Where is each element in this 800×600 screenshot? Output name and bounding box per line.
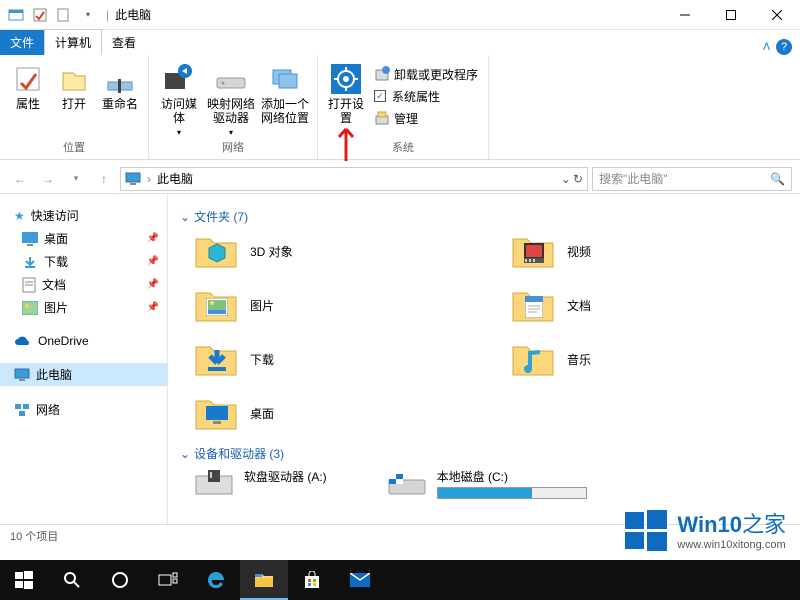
edge-button[interactable] [192, 560, 240, 600]
chevron-down-icon: ⌄ [180, 210, 190, 224]
back-button[interactable]: ← [8, 167, 32, 191]
window-title: 此电脑 [115, 6, 151, 23]
chevron-down-icon: ⌄ [180, 447, 190, 461]
address-bar[interactable]: › 此电脑 ⌄↻ [120, 167, 588, 191]
folder-downloads[interactable]: 下载 [194, 339, 471, 379]
floppy-icon [194, 468, 234, 502]
uninstall-button[interactable]: 卸载或更改程序 [370, 63, 482, 85]
group-label-system: 系统 [392, 139, 414, 157]
section-folders[interactable]: ⌄文件夹 (7) [180, 208, 788, 225]
nav-quick-access[interactable]: ★快速访问 [0, 204, 167, 227]
section-drives[interactable]: ⌄设备和驱动器 (3) [180, 445, 788, 462]
nav-downloads[interactable]: 下载📌 [0, 250, 167, 273]
minimize-button[interactable] [662, 0, 708, 30]
cortana-button[interactable] [96, 560, 144, 600]
nav-this-pc[interactable]: 此电脑 [0, 363, 167, 386]
address-dropdown-icon[interactable]: ⌄ [561, 172, 571, 186]
manage-button[interactable]: 管理 [370, 107, 482, 129]
folder-music[interactable]: 音乐 [511, 339, 788, 379]
qat-new-folder-icon[interactable] [53, 4, 75, 26]
system-menu-icon[interactable] [5, 4, 27, 26]
nav-onedrive[interactable]: OneDrive [0, 331, 167, 351]
drive-local-c[interactable]: 本地磁盘 (C:) [387, 468, 587, 502]
address-text: 此电脑 [157, 170, 193, 187]
tab-computer[interactable]: 计算机 [44, 29, 102, 55]
ribbon-group-system: 打开设置 卸载或更改程序 ✓系统属性 管理 系统 [318, 55, 489, 159]
disk-icon [387, 468, 427, 502]
forward-button[interactable]: → [36, 167, 60, 191]
folder-videos[interactable]: 视频 [511, 231, 788, 271]
close-button[interactable] [754, 0, 800, 30]
add-network-location-button[interactable]: 添加一个网络位置 [259, 61, 311, 128]
up-button[interactable]: ↑ [92, 167, 116, 191]
windows-logo-icon [623, 506, 669, 552]
search-icon: 🔍 [770, 172, 785, 186]
folder-desktop[interactable]: 桌面 [194, 393, 471, 433]
search-button[interactable] [48, 560, 96, 600]
open-settings-button[interactable]: 打开设置 [324, 61, 368, 128]
start-button[interactable] [0, 560, 48, 600]
pin-icon: 📌 [147, 256, 159, 267]
nav-desktop[interactable]: 桌面📌 [0, 227, 167, 250]
documents-icon [22, 277, 36, 293]
ribbon-group-network: 访问媒体▾ 映射网络驱动器▾ 添加一个网络位置 网络 [149, 55, 318, 159]
title-bar: ▾ | 此电脑 [0, 0, 800, 30]
pictures-icon [22, 301, 38, 315]
address-sep: › [147, 172, 151, 186]
system-properties-button[interactable]: ✓系统属性 [370, 85, 482, 107]
folder-pictures[interactable]: 图片 [194, 285, 471, 325]
qat-properties-icon[interactable] [29, 4, 51, 26]
folder-documents[interactable]: 文档 [511, 285, 788, 325]
downloads-icon [22, 255, 38, 269]
explorer-button[interactable] [240, 560, 288, 600]
map-drive-button[interactable]: 映射网络驱动器▾ [205, 61, 257, 139]
ribbon-group-location: 属性 打开 重命名 位置 [0, 55, 149, 159]
network-icon [14, 403, 30, 417]
refresh-icon[interactable]: ↻ [573, 172, 583, 186]
maximize-button[interactable] [708, 0, 754, 30]
tab-view[interactable]: 查看 [102, 30, 146, 55]
help-icon[interactable]: ? [776, 39, 792, 55]
item-count: 10 个项目 [10, 528, 58, 544]
group-label-location: 位置 [63, 139, 85, 157]
open-button[interactable]: 打开 [52, 61, 96, 113]
search-box[interactable]: 搜索"此电脑" 🔍 [592, 167, 792, 191]
group-label-network: 网络 [222, 139, 244, 157]
nav-pictures[interactable]: 图片📌 [0, 296, 167, 319]
pin-icon: 📌 [147, 302, 159, 313]
drive-floppy[interactable]: 软盘驱动器 (A:) [194, 468, 327, 502]
ribbon-collapse-icon[interactable]: ᐱ [763, 42, 770, 53]
nav-documents[interactable]: 文档📌 [0, 273, 167, 296]
navigation-pane: ★快速访问 桌面📌 下载📌 文档📌 图片📌 OneDrive 此电脑 网络 [0, 194, 168, 524]
onedrive-icon [14, 335, 32, 347]
mail-button[interactable] [336, 560, 384, 600]
thispc-icon [14, 368, 30, 382]
thispc-icon [125, 171, 141, 187]
properties-button[interactable]: 属性 [6, 61, 50, 113]
navigation-bar: ← → ▾ ↑ › 此电脑 ⌄↻ 搜索"此电脑" 🔍 [0, 164, 800, 194]
ribbon: 属性 打开 重命名 位置 访问媒体▾ 映射网络驱动器▾ 添加一个网络位置 网络 … [0, 55, 800, 160]
folder-3d-objects[interactable]: 3D 对象 [194, 231, 471, 271]
store-button[interactable] [288, 560, 336, 600]
recent-dropdown[interactable]: ▾ [64, 167, 88, 191]
nav-network[interactable]: 网络 [0, 398, 167, 421]
ribbon-tabs: 文件 计算机 查看 ᐱ ? [0, 30, 800, 55]
search-placeholder: 搜索"此电脑" [599, 170, 668, 187]
access-media-button[interactable]: 访问媒体▾ [155, 61, 203, 139]
pin-icon: 📌 [147, 279, 159, 290]
star-icon: ★ [14, 209, 25, 223]
rename-button[interactable]: 重命名 [98, 61, 142, 113]
main-area: ★快速访问 桌面📌 下载📌 文档📌 图片📌 OneDrive 此电脑 网络 ⌄文… [0, 194, 800, 524]
taskview-button[interactable] [144, 560, 192, 600]
content-pane: ⌄文件夹 (7) 3D 对象 视频 图片 文档 下载 音乐 桌面 ⌄设备和驱动器… [168, 194, 800, 524]
watermark: Win10之家 www.win10xitong.com [623, 506, 786, 552]
qat-dropdown-icon[interactable]: ▾ [77, 4, 99, 26]
pin-icon: 📌 [147, 233, 159, 244]
desktop-icon [22, 232, 38, 246]
tab-file[interactable]: 文件 [0, 30, 44, 55]
disk-usage-bar [437, 487, 587, 499]
title-separator: | [106, 8, 109, 22]
taskbar [0, 560, 800, 600]
